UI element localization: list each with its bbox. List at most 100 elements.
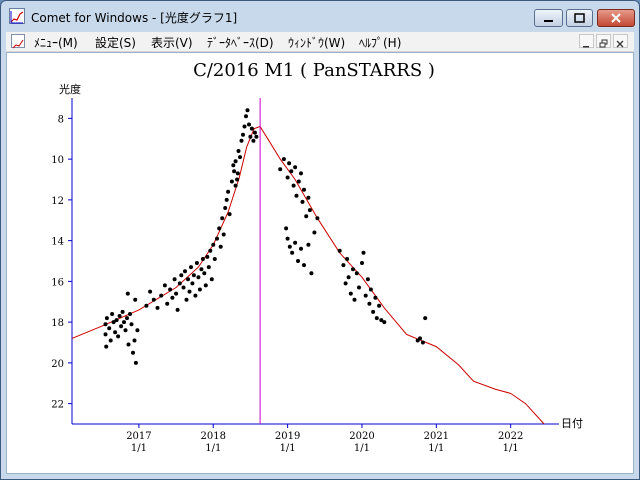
x-tick-label-year: 2020 xyxy=(349,431,374,442)
observation-point xyxy=(113,330,118,335)
observation-point xyxy=(217,226,222,231)
chart-icon[interactable] xyxy=(9,8,25,24)
observation-point xyxy=(382,320,387,325)
menu-item-window[interactable]: ｳｨﾝﾄﾞｳ(W) xyxy=(288,34,345,51)
mdi-restore-button[interactable] xyxy=(596,34,611,48)
x-tick-label-year: 2022 xyxy=(498,431,523,442)
observation-point xyxy=(122,320,126,325)
x-tick-label-year: 2017 xyxy=(126,431,151,442)
observation-point xyxy=(300,199,305,204)
observation-point xyxy=(126,342,131,347)
observation-point xyxy=(354,271,359,276)
menu-item-settings[interactable]: 設定(S) xyxy=(95,34,136,51)
x-tick-label-date: 1/1 xyxy=(503,443,519,454)
observation-point xyxy=(341,263,346,268)
menu-item-menu[interactable]: ﾒﾆｭｰ(M) xyxy=(34,34,78,51)
observation-point xyxy=(128,312,132,316)
observation-point xyxy=(133,297,138,302)
observation-point xyxy=(238,155,242,160)
observation-point xyxy=(345,257,350,261)
observation-point xyxy=(377,303,382,308)
observation-point xyxy=(189,265,193,270)
x-tick-label-date: 1/1 xyxy=(428,443,444,454)
observation-point xyxy=(289,169,294,174)
observation-point xyxy=(144,303,149,308)
observation-point xyxy=(360,261,364,265)
observation-point xyxy=(104,344,109,349)
observation-point xyxy=(129,322,134,327)
window-title: Comet for Windows - [光度グラフ1] xyxy=(31,11,238,25)
observation-point xyxy=(373,295,378,300)
observation-point xyxy=(186,277,190,282)
observation-point xyxy=(205,254,210,259)
chart-title: C/2016 M1 ( PanSTARRS ) xyxy=(193,60,435,81)
x-axis-label: 日付 xyxy=(561,417,583,430)
observation-point xyxy=(294,193,299,198)
observation-point xyxy=(233,183,238,188)
title-bar[interactable]: Comet for Windows - [光度グラフ1] xyxy=(1,1,639,31)
observation-point xyxy=(244,114,248,119)
observation-point xyxy=(290,250,295,255)
menu-item-help[interactable]: ﾍﾙﾌﾟ(H) xyxy=(359,34,401,51)
observation-point xyxy=(110,312,115,316)
observation-point xyxy=(287,161,292,166)
y-tick-label: 20 xyxy=(51,359,64,370)
y-tick-label: 22 xyxy=(51,400,64,411)
document-chart-icon[interactable] xyxy=(11,34,25,49)
observation-point xyxy=(357,285,361,290)
observation-point xyxy=(196,275,201,280)
observation-point xyxy=(159,293,164,298)
observation-point xyxy=(368,287,373,292)
observation-point xyxy=(175,307,180,312)
observation-point xyxy=(278,167,283,172)
observation-point xyxy=(348,291,353,296)
observation-point xyxy=(208,248,213,253)
observation-point xyxy=(285,175,290,180)
observation-point xyxy=(304,214,309,219)
observation-point xyxy=(215,236,219,241)
x-tick-label-year: 2018 xyxy=(201,431,226,442)
observation-point xyxy=(200,257,205,261)
observation-point xyxy=(367,301,372,306)
observation-point xyxy=(211,242,216,247)
observation-point xyxy=(337,248,342,253)
minimize-button[interactable] xyxy=(534,9,563,27)
x-tick-label-date: 1/1 xyxy=(205,443,221,454)
observation-point xyxy=(284,226,289,231)
observation-point xyxy=(245,108,250,113)
observation-point xyxy=(226,189,231,194)
observation-point xyxy=(229,179,234,184)
observation-point xyxy=(108,338,113,343)
observation-point xyxy=(223,206,228,210)
observation-point xyxy=(420,340,425,345)
mdi-close-button[interactable] xyxy=(613,34,628,48)
observation-point xyxy=(135,328,140,333)
mdi-minimize-button[interactable] xyxy=(579,34,594,48)
observation-point xyxy=(132,338,137,343)
observation-point xyxy=(235,171,240,176)
observation-point xyxy=(187,289,192,294)
x-tick-label-date: 1/1 xyxy=(354,443,370,454)
observation-point xyxy=(254,134,259,139)
observation-point xyxy=(119,324,124,329)
close-button[interactable] xyxy=(597,9,635,27)
observation-point xyxy=(125,316,129,321)
menu-item-database[interactable]: ﾃﾞｰﾀﾍﾞｰｽ(D) xyxy=(207,34,274,51)
observation-point xyxy=(309,271,314,276)
observation-point xyxy=(103,322,108,327)
observation-point xyxy=(363,293,368,298)
observation-point xyxy=(165,301,170,306)
maximize-button[interactable] xyxy=(566,9,593,27)
observation-point xyxy=(174,291,179,296)
observation-point xyxy=(151,297,156,302)
observation-point xyxy=(293,240,298,245)
observation-point xyxy=(374,316,379,321)
observation-point xyxy=(116,334,121,339)
menu-item-view[interactable]: 表示(V) xyxy=(151,34,193,51)
observation-point xyxy=(236,149,241,153)
observation-point xyxy=(247,122,251,127)
x-tick-label-date: 1/1 xyxy=(131,443,147,454)
model-curve xyxy=(71,125,545,425)
observation-point xyxy=(306,242,311,247)
observation-point xyxy=(104,316,109,321)
